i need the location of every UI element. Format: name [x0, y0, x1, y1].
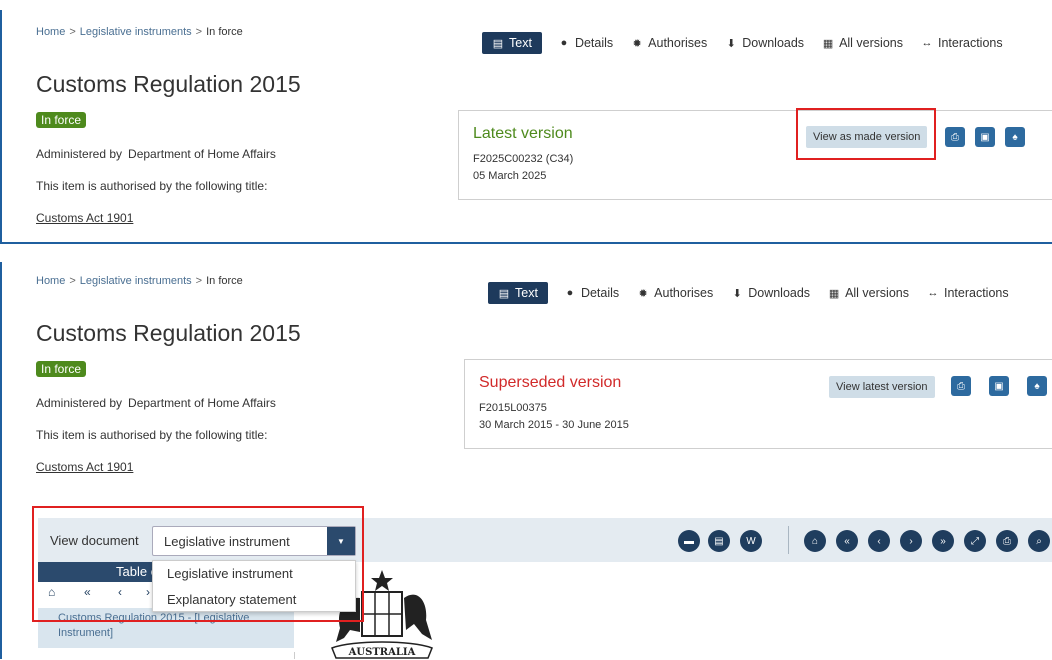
panel-latest: Home > Legislative instruments > In force Cu… [0, 10, 1052, 244]
file-icon: ▤ [492, 37, 504, 50]
file-icon: ▤ [498, 287, 510, 300]
tab-authorises[interactable]: ✹ Authorises [631, 36, 708, 50]
tab-details[interactable]: ● Details [564, 286, 620, 300]
save-icon[interactable]: ▣ [975, 127, 995, 147]
tab-interactions[interactable]: ↔ Interactions [921, 36, 1003, 50]
admin-department: Department of Home Affairs [128, 396, 276, 410]
print-icon[interactable]: ⎙ [996, 530, 1018, 552]
tab-label: Authorises [648, 36, 708, 50]
breadcrumb-separator: > [195, 26, 203, 38]
version-date: 05 March 2025 [473, 170, 547, 182]
version-box: Superseded version F2015L00375 30 March … [464, 359, 1052, 449]
admin-department: Department of Home Affairs [128, 147, 276, 161]
tab-text[interactable]: ▤ Text [488, 282, 548, 304]
tab-interactions[interactable]: ↔ Interactions [927, 286, 1009, 300]
status-badge: In force [36, 361, 87, 377]
right-icon[interactable]: › [900, 530, 922, 552]
info-icon: ● [566, 287, 574, 299]
word-file-icon[interactable]: W [740, 530, 762, 552]
breadcrumb-separator: > [195, 275, 203, 287]
pdf-file-icon[interactable]: ▤ [708, 530, 730, 552]
page-title: Customs Regulation 2015 [36, 320, 301, 346]
search-icon[interactable]: ⌕ [1028, 530, 1050, 552]
act-link[interactable]: Customs Act 1901 [36, 211, 133, 225]
tab-label: Downloads [742, 36, 805, 50]
crest-text: AUSTRALIA [348, 647, 416, 658]
tab-label: Authorises [654, 286, 714, 300]
bell-icon[interactable]: ♠ [1005, 127, 1025, 147]
version-title: Superseded version [479, 374, 622, 391]
bell-icon[interactable]: ♠ [1027, 376, 1047, 396]
tab-bar: ▤ Text ● Details ✹ Authorises ⬇ Downloads ▦ A… [488, 282, 1027, 304]
admin-label: Administered by [36, 147, 123, 161]
tab-label: Interactions [943, 286, 1009, 300]
act-link[interactable]: Customs Act 1901 [36, 460, 133, 474]
tab-text[interactable]: ▤ Text [482, 32, 542, 54]
info-icon: ● [560, 37, 568, 49]
tab-all-versions[interactable]: ▦ All versions [828, 286, 909, 300]
breadcrumb-separator: > [69, 275, 76, 287]
tab-label: Text [509, 36, 532, 50]
admin-label: Administered by [36, 396, 123, 410]
seal-icon: ✹ [632, 37, 642, 50]
print-icon[interactable]: ⎙ [945, 127, 965, 147]
highlight-box [32, 506, 364, 622]
version-title: Latest version [473, 125, 573, 142]
highlight-box [796, 108, 936, 160]
save-icon[interactable]: ▣ [989, 376, 1009, 396]
star-icon [371, 570, 393, 591]
breadcrumb: Home > Legislative instruments > In force [36, 26, 243, 38]
tab-downloads[interactable]: ⬇ Downloads [731, 286, 810, 300]
breadcrumb-section[interactable]: Legislative instruments [80, 275, 192, 287]
toolbar-divider [788, 526, 789, 554]
breadcrumb-home[interactable]: Home [36, 275, 65, 287]
home-icon[interactable]: ⌂ [804, 530, 826, 552]
tab-authorises[interactable]: ✹ Authorises [637, 286, 714, 300]
breadcrumb-current: In force [206, 275, 243, 287]
administered-by: Administered by Department of Home Affair… [36, 147, 276, 161]
left-icon[interactable]: ‹ [868, 530, 890, 552]
tab-details[interactable]: ● Details [558, 36, 614, 50]
tab-label: Details [580, 286, 620, 300]
calendar-icon: ▦ [828, 287, 840, 300]
tab-label: All versions [845, 286, 909, 300]
status-badge: In force [36, 112, 87, 128]
double-left-icon[interactable]: « [836, 530, 858, 552]
toc-divider [294, 652, 295, 659]
authorised-text: This item is authorised by the following… [36, 179, 268, 193]
version-id: F2015L00375 [479, 402, 547, 414]
tab-label: All versions [839, 36, 903, 50]
double-right-icon[interactable]: » [932, 530, 954, 552]
download-icon: ⬇ [726, 37, 736, 50]
view-latest-button[interactable]: View latest version [829, 376, 935, 398]
version-box: Latest version F2025C00232 (C34) 05 Marc… [458, 110, 1052, 200]
emu-icon [404, 594, 432, 640]
tab-all-versions[interactable]: ▦ All versions [822, 36, 903, 50]
tab-downloads[interactable]: ⬇ Downloads [725, 36, 804, 50]
seal-icon: ✹ [638, 287, 648, 300]
tab-label: Details [574, 36, 614, 50]
breadcrumb-separator: > [69, 26, 76, 38]
expand-icon[interactable]: ⤢ [964, 530, 986, 552]
tab-label: Text [515, 286, 538, 300]
document-icon[interactable]: ▬ [678, 530, 700, 552]
breadcrumb: Home > Legislative instruments > In force [36, 275, 243, 287]
arrows-icon: ↔ [927, 287, 939, 299]
version-date: 30 March 2015 - 30 June 2015 [479, 419, 629, 431]
breadcrumb-home[interactable]: Home [36, 26, 65, 38]
authorised-text: This item is authorised by the following… [36, 428, 268, 442]
tab-label: Interactions [937, 36, 1003, 50]
calendar-icon: ▦ [822, 37, 834, 50]
download-icon: ⬇ [732, 287, 742, 300]
version-id: F2025C00232 (C34) [473, 153, 574, 165]
tab-label: Downloads [748, 286, 811, 300]
administered-by: Administered by Department of Home Affair… [36, 396, 276, 410]
breadcrumb-section[interactable]: Legislative instruments [80, 26, 192, 38]
breadcrumb-current: In force [206, 26, 243, 38]
page-title: Customs Regulation 2015 [36, 71, 301, 97]
arrows-icon: ↔ [921, 37, 933, 49]
tab-bar: ▤ Text ● Details ✹ Authorises ⬇ Downloads ▦ A… [482, 32, 1021, 54]
print-icon[interactable]: ⎙ [951, 376, 971, 396]
panel-superseded: Home > Legislative instruments > In force Cu… [0, 262, 1052, 659]
